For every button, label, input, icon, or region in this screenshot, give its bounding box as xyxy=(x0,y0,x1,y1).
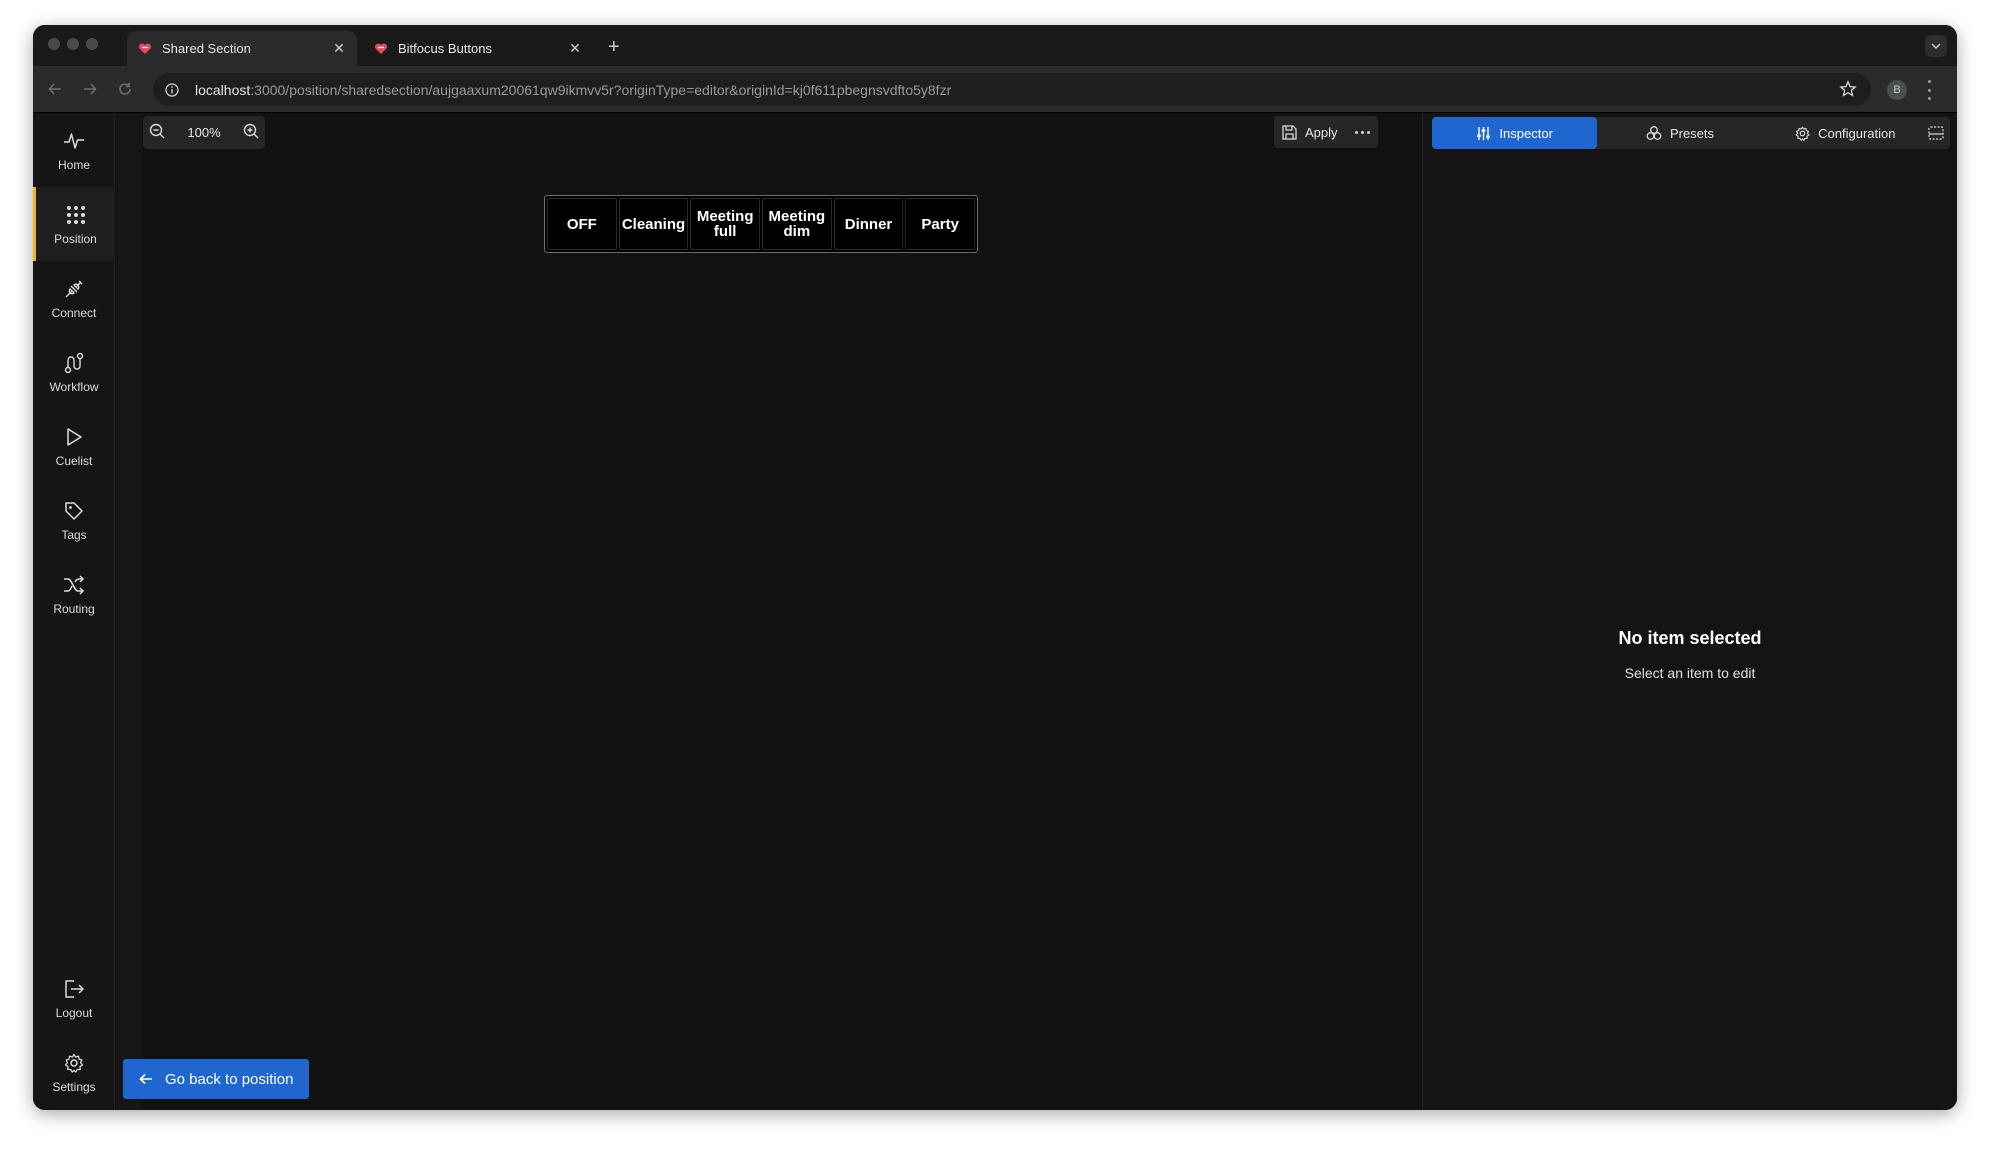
gear-icon xyxy=(64,1051,84,1075)
sidebar-item-label: Tags xyxy=(61,527,87,542)
sidebar-item-label: Settings xyxy=(52,1079,96,1094)
tab-label: Inspector xyxy=(1499,125,1553,141)
tab-search-chevron-icon[interactable] xyxy=(1925,35,1947,57)
sidebar-item-connect[interactable]: Connect xyxy=(33,261,115,335)
go-back-button[interactable]: Go back to position xyxy=(123,1059,309,1099)
preset-button-label: Meeting full xyxy=(696,208,754,240)
shared-section-frame[interactable]: OFF Cleaning Meeting full Meeting dim Di… xyxy=(544,195,978,253)
bitfocus-favicon-icon xyxy=(373,41,389,57)
editor-canvas[interactable]: 100% Apply OFF Cleaning Meeting full Mee… xyxy=(116,113,1421,1110)
back-arrow-icon[interactable] xyxy=(45,79,65,99)
workflow-icon xyxy=(64,351,84,375)
preset-button-dinner[interactable]: Dinner xyxy=(833,198,904,250)
apply-toolbar: Apply xyxy=(1274,116,1378,148)
reload-icon[interactable] xyxy=(115,79,135,99)
sliders-icon xyxy=(1476,126,1491,141)
panel-layout-icon[interactable] xyxy=(1928,126,1944,140)
tab-title: Bitfocus Buttons xyxy=(398,41,492,56)
empty-state-title: No item selected xyxy=(1618,628,1762,648)
grid-dots-icon xyxy=(66,203,86,227)
plug-icon xyxy=(63,277,85,301)
play-icon xyxy=(65,425,83,449)
preset-button-label: Meeting dim xyxy=(768,208,826,240)
preset-button-meeting-full[interactable]: Meeting full xyxy=(690,198,761,250)
sidebar-item-label: Connect xyxy=(51,305,97,320)
sidebar-item-label: Logout xyxy=(55,1005,93,1020)
preset-button-label: Cleaning xyxy=(621,215,686,233)
sidebar: Home Position Connect Workflow Cuelist T… xyxy=(33,113,115,1110)
app-root: Home Position Connect Workflow Cuelist T… xyxy=(33,113,1957,1110)
preset-button-meeting-dim[interactable]: Meeting dim xyxy=(762,198,832,250)
close-tab-icon[interactable]: ✕ xyxy=(567,40,583,57)
canvas-gutter xyxy=(116,113,142,1110)
url-text: localhost:3000/position/sharedsection/au… xyxy=(195,82,951,98)
sidebar-item-label: Routing xyxy=(53,601,95,616)
more-options-icon[interactable] xyxy=(1355,130,1370,134)
save-icon xyxy=(1282,124,1297,140)
inspector-panel: Inspector Presets Configuration No item … xyxy=(1422,113,1957,1110)
window-close-dot[interactable] xyxy=(48,38,60,50)
url-path: :3000/position/sharedsection/aujgaaxum20… xyxy=(250,81,952,98)
close-tab-icon[interactable]: ✕ xyxy=(331,40,347,57)
new-tab-icon[interactable]: + xyxy=(608,36,620,59)
empty-state-subtitle: Select an item to edit xyxy=(1624,665,1756,681)
preset-button-label: Party xyxy=(921,215,959,233)
preset-button-label: Dinner xyxy=(844,215,893,233)
apply-button[interactable]: Apply xyxy=(1305,125,1338,140)
tab-label: Presets xyxy=(1669,125,1715,141)
browser-tab[interactable]: Bitfocus Buttons ✕ xyxy=(363,31,593,66)
sidebar-item-tags[interactable]: Tags xyxy=(33,483,115,557)
preset-button-label: OFF xyxy=(566,215,597,233)
profile-avatar[interactable]: B xyxy=(1887,80,1907,100)
bitfocus-favicon-icon xyxy=(137,41,153,57)
presets-icon xyxy=(1646,125,1662,141)
preset-button-cleaning[interactable]: Cleaning xyxy=(618,198,689,250)
sidebar-item-home[interactable]: Home xyxy=(33,113,115,187)
tab-presets[interactable]: Presets xyxy=(1597,117,1762,149)
site-info-icon[interactable] xyxy=(163,81,181,99)
shuffle-icon xyxy=(63,573,85,597)
activity-icon xyxy=(63,129,85,153)
address-bar[interactable]: localhost:3000/position/sharedsection/au… xyxy=(153,73,1871,106)
preset-button-party[interactable]: Party xyxy=(905,198,976,250)
forward-arrow-icon[interactable] xyxy=(80,79,100,99)
zoom-controls: 100% xyxy=(143,116,265,149)
tab-strip: Shared Section ✕ Bitfocus Buttons ✕ + xyxy=(33,25,1957,66)
panel-tabs: Inspector Presets Configuration xyxy=(1432,117,1950,149)
sidebar-item-label: Position xyxy=(54,231,97,246)
logout-icon xyxy=(63,977,85,1001)
sidebar-item-cuelist[interactable]: Cuelist xyxy=(33,409,115,483)
browser-window: Shared Section ✕ Bitfocus Buttons ✕ + lo… xyxy=(33,25,1957,1110)
tag-icon xyxy=(64,499,84,523)
zoom-level: 100% xyxy=(187,125,221,140)
sidebar-item-label: Workflow xyxy=(49,379,99,394)
bookmark-star-icon[interactable] xyxy=(1839,80,1857,103)
gear-icon xyxy=(1795,126,1810,141)
tab-title: Shared Section xyxy=(162,41,251,56)
sidebar-item-workflow[interactable]: Workflow xyxy=(33,335,115,409)
sidebar-item-logout[interactable]: Logout xyxy=(33,961,115,1035)
zoom-out-icon[interactable] xyxy=(149,123,165,142)
go-back-label: Go back to position xyxy=(165,1070,294,1088)
arrow-left-icon xyxy=(139,1072,153,1086)
zoom-in-icon[interactable] xyxy=(243,123,259,142)
window-minimize-dot[interactable] xyxy=(67,38,79,50)
tab-inspector[interactable]: Inspector xyxy=(1432,117,1598,149)
browser-tab-active[interactable]: Shared Section ✕ xyxy=(127,31,357,66)
sidebar-item-routing[interactable]: Routing xyxy=(33,557,115,631)
sidebar-item-label: Home xyxy=(57,157,90,172)
browser-toolbar: localhost:3000/position/sharedsection/au… xyxy=(33,66,1957,113)
tab-label: Configuration xyxy=(1818,125,1896,141)
url-host: localhost xyxy=(195,81,251,98)
tab-configuration[interactable]: Configuration xyxy=(1763,117,1928,149)
sidebar-item-settings[interactable]: Settings xyxy=(33,1035,115,1109)
sidebar-item-label: Cuelist xyxy=(55,453,93,468)
sidebar-item-position[interactable]: Position xyxy=(33,187,115,261)
preset-button-off[interactable]: OFF xyxy=(547,198,617,250)
browser-menu-icon[interactable] xyxy=(1926,80,1932,100)
window-maximize-dot[interactable] xyxy=(86,38,98,50)
